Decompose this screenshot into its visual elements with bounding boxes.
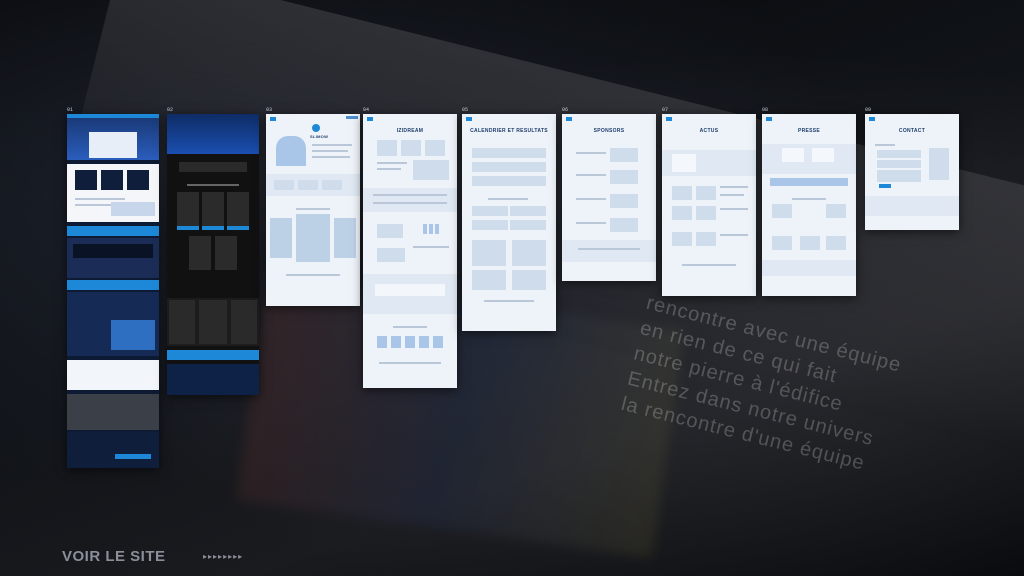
board-label: 08 bbox=[762, 107, 769, 113]
board-label: 05 bbox=[462, 107, 469, 113]
mockup-sponsors-page[interactable]: SPONSORS bbox=[562, 114, 656, 281]
mockup-contact-page[interactable]: CONTACT bbox=[865, 114, 959, 230]
mockup-press-page[interactable]: PRESSE bbox=[762, 114, 856, 296]
arrows-icon[interactable]: ▸▸▸▸▸▸▸▸ bbox=[203, 552, 243, 561]
page-title: CALENDRIER ET RESULTATS bbox=[470, 128, 548, 134]
mockup-calendar-page[interactable]: CALENDRIER ET RESULTATS bbox=[462, 114, 556, 331]
board-label: 02 bbox=[167, 107, 174, 113]
page-title: ACTUS bbox=[699, 128, 719, 134]
board-label: 04 bbox=[363, 107, 370, 113]
page-title: SPONSORS bbox=[593, 128, 625, 134]
mockup-players-page[interactable] bbox=[167, 114, 259, 395]
board-label: 06 bbox=[562, 107, 569, 113]
page-title: IZIDREAM bbox=[396, 128, 424, 134]
mockup-player-profile[interactable]: SLIMOW bbox=[266, 114, 360, 306]
mockup-izidream-page[interactable]: IZIDREAM bbox=[363, 114, 457, 388]
board-label: 09 bbox=[865, 107, 872, 113]
mockup-news-page[interactable]: ACTUS bbox=[662, 114, 756, 296]
page-title: PRESSE bbox=[797, 128, 821, 134]
view-site-link[interactable]: VOIR LE SITE bbox=[62, 548, 166, 565]
mockup-home-page[interactable] bbox=[67, 114, 159, 468]
board-label: 01 bbox=[67, 107, 74, 113]
board-label: 03 bbox=[266, 107, 273, 113]
page-title: CONTACT bbox=[898, 128, 926, 134]
board-label: 07 bbox=[662, 107, 669, 113]
page-title: SLIMOW bbox=[310, 134, 329, 139]
